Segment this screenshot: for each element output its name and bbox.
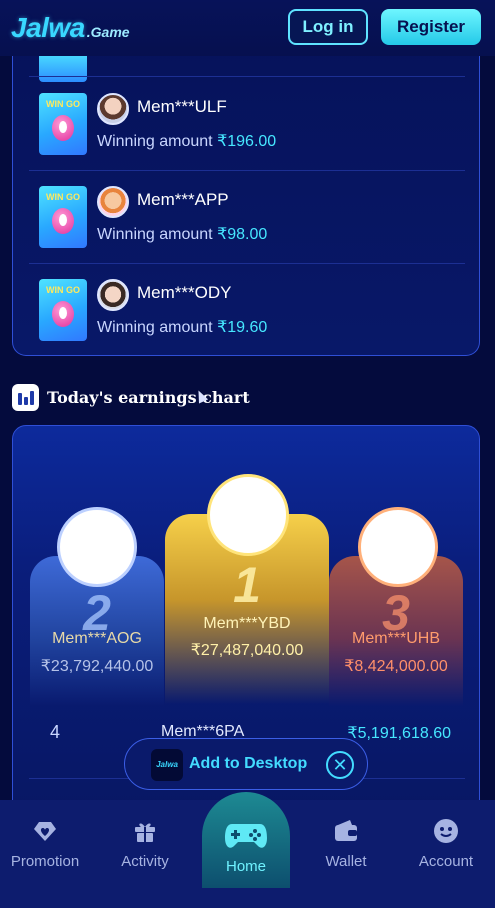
avatar xyxy=(57,507,137,587)
member-name: Mem***UHB xyxy=(351,630,440,647)
logo-sub-text: .Game xyxy=(86,24,130,40)
game-thumbnail-label: WIN GO xyxy=(46,99,80,109)
winner-row[interactable]: WIN GO Mem***ULF Winning amount ₹196.00 xyxy=(39,93,459,159)
winning-label: Winning amount xyxy=(97,226,213,243)
nav-wallet[interactable]: Wallet xyxy=(301,800,391,908)
game-thumbnail: WIN GO xyxy=(39,186,87,248)
earnings-amount: ₹27,487,040.00 xyxy=(190,642,304,659)
lottery-ball-icon xyxy=(52,301,74,327)
register-button[interactable]: Register xyxy=(381,9,481,45)
winning-amount: ₹19.60 xyxy=(217,319,268,336)
earnings-section-header: Today's earnings chart xyxy=(12,383,250,411)
winner-row[interactable]: WIN GO Mem***ODY Winning amount ₹19.60 xyxy=(39,279,459,345)
member-name: Mem***ULF xyxy=(137,97,227,116)
nav-account-label: Account xyxy=(418,853,474,870)
game-thumbnail: WIN GO xyxy=(39,93,87,155)
add-to-desktop-banner[interactable]: Jalwa Add to Desktop ✕ xyxy=(124,738,368,790)
winning-text: Winning amount ₹196.00 xyxy=(97,131,276,151)
member-name: Mem***YBD xyxy=(203,615,291,632)
nav-home-label: Home xyxy=(225,858,266,875)
divider xyxy=(29,263,465,264)
lottery-ball-icon xyxy=(52,115,74,141)
game-thumbnail-label: WIN GO xyxy=(46,285,80,295)
earnings-chart-card: 2 1 3 Mem***AOG ₹23,792,440.00 Mem***YBD… xyxy=(12,425,480,855)
nav-wallet-label: Wallet xyxy=(325,853,367,870)
nav-activity-label: Activity xyxy=(121,853,169,870)
winning-label: Winning amount xyxy=(97,133,213,150)
divider xyxy=(29,76,465,77)
member-name: Mem***APP xyxy=(137,190,229,209)
nav-account[interactable]: Account xyxy=(401,800,491,908)
winning-label: Winning amount xyxy=(97,319,213,336)
avatar xyxy=(358,507,438,587)
jalwa-logo[interactable]: Jalwa .Game xyxy=(11,12,130,44)
avatar xyxy=(97,93,129,125)
avatar xyxy=(97,279,129,311)
app-logo-icon: Jalwa xyxy=(151,749,183,781)
recent-winners-card: WIN GO Mem***ULF Winning amount ₹196.00 … xyxy=(12,20,480,356)
member-name: Mem***ODY xyxy=(137,283,232,302)
section-title: Today's earnings chart xyxy=(47,387,250,407)
logo-main-text: Jalwa xyxy=(11,12,85,43)
winning-text: Winning amount ₹19.60 xyxy=(97,317,267,337)
game-thumbnail: WIN GO xyxy=(39,279,87,341)
gamepad-icon xyxy=(225,824,267,848)
lottery-ball-icon xyxy=(52,208,74,234)
member-name: Mem***AOG xyxy=(52,630,142,647)
winning-amount: ₹196.00 xyxy=(217,133,277,150)
game-thumbnail-label: WIN GO xyxy=(46,192,80,202)
top-header: Jalwa .Game Log in Register xyxy=(0,0,495,56)
earnings-amount: ₹5,191,618.60 xyxy=(347,725,451,742)
avatar xyxy=(207,474,289,556)
diamond-heart-icon xyxy=(34,822,56,841)
winner-row[interactable]: WIN GO Mem***APP Winning amount ₹98.00 xyxy=(39,186,459,252)
earnings-amount: ₹23,792,440.00 xyxy=(40,658,154,675)
divider xyxy=(29,170,465,171)
close-icon[interactable]: ✕ xyxy=(326,751,354,779)
login-button[interactable]: Log in xyxy=(288,9,368,45)
wallet-icon xyxy=(335,820,357,841)
nav-activity[interactable]: Activity xyxy=(100,800,190,908)
rank-number: 1 xyxy=(233,557,261,613)
rank-number: 4 xyxy=(50,722,61,742)
gift-icon xyxy=(135,823,155,842)
winning-text: Winning amount ₹98.00 xyxy=(97,224,267,244)
bar-chart-icon xyxy=(12,383,39,411)
winning-amount: ₹98.00 xyxy=(217,226,268,243)
earnings-amount: ₹8,424,000.00 xyxy=(344,658,448,675)
avatar xyxy=(97,186,129,218)
nav-promotion[interactable]: Promotion xyxy=(0,800,90,908)
nav-home[interactable]: Home xyxy=(202,792,290,888)
user-face-icon xyxy=(434,819,458,843)
add-to-desktop-label: Add to Desktop xyxy=(189,755,308,772)
nav-promotion-label: Promotion xyxy=(10,853,80,870)
partial-game-thumbnail xyxy=(39,56,87,82)
